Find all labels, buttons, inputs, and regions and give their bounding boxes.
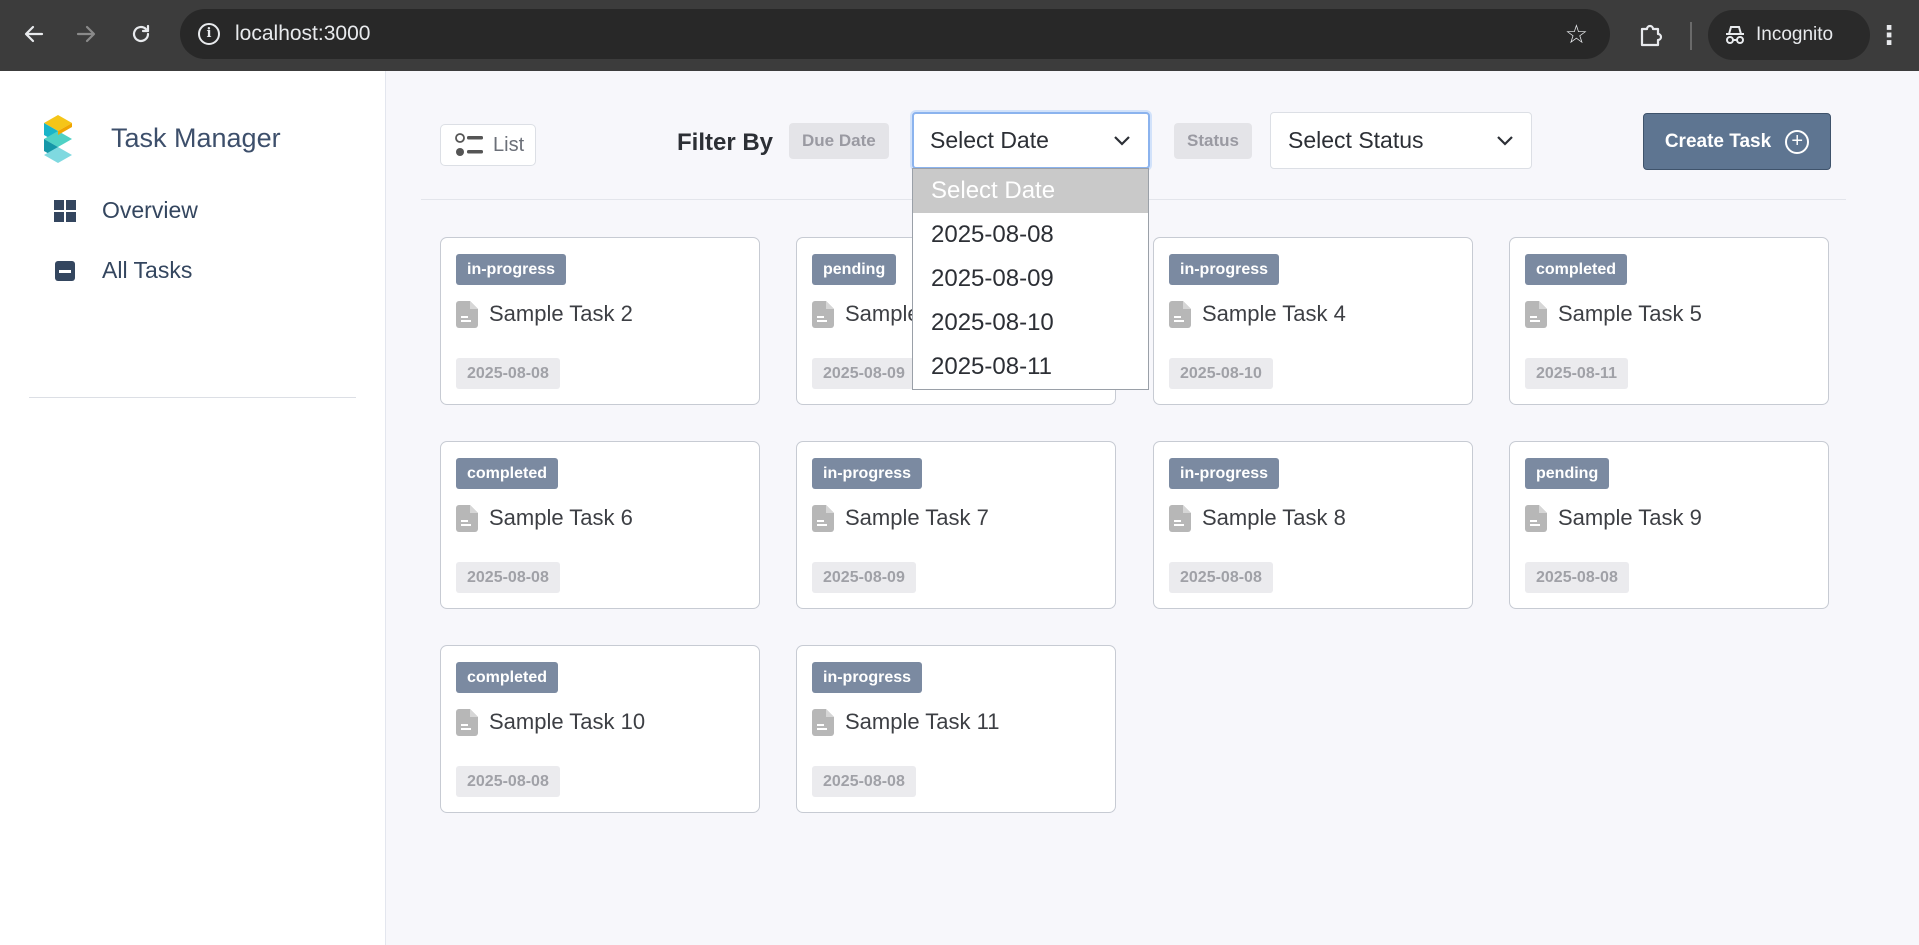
url-text: localhost:3000 xyxy=(235,22,371,45)
incognito-icon xyxy=(1726,26,1744,44)
status-badge: completed xyxy=(456,662,559,693)
incognito-profile-button[interactable]: Incognito xyxy=(1708,10,1870,60)
grid-icon xyxy=(52,198,78,224)
status-badge: in-progress xyxy=(812,458,923,489)
due-date-badge: 2025-08-09 xyxy=(812,358,916,389)
task-card[interactable]: pending Sample Task 9 2025-08-08 xyxy=(1509,441,1829,609)
document-icon xyxy=(456,505,478,532)
date-option[interactable]: 2025-08-10 xyxy=(913,301,1148,345)
sidebar-item-label: All Tasks xyxy=(102,257,193,283)
browser-toolbar: i localhost:3000 ☆ Incognito ⋮ xyxy=(0,0,1919,71)
minus-square-icon xyxy=(52,258,78,284)
status-badge: completed xyxy=(1525,254,1628,285)
filter-by-label: Filter By xyxy=(677,129,774,156)
back-arrow-icon[interactable] xyxy=(18,18,50,50)
sidebar-item-label: Overview xyxy=(102,197,198,223)
task-name: Sample Task 6 xyxy=(489,505,633,530)
due-date-badge: 2025-08-08 xyxy=(456,562,560,593)
app-logo xyxy=(36,113,80,169)
status-badge: pending xyxy=(1525,458,1610,489)
status-badge: in-progress xyxy=(812,662,923,693)
status-label: Status xyxy=(1174,123,1252,159)
task-card[interactable]: in-progress Sample Task 11 2025-08-08 xyxy=(796,645,1116,813)
task-name: Sample Task 4 xyxy=(1202,301,1346,326)
date-option[interactable]: 2025-08-08 xyxy=(913,213,1148,257)
status-badge: completed xyxy=(456,458,559,489)
due-date-badge: 2025-08-08 xyxy=(812,766,916,797)
due-date-badge: 2025-08-08 xyxy=(456,358,560,389)
chevron-down-icon xyxy=(1497,113,1513,168)
sidebar: Task Manager Overview All Tasks xyxy=(0,71,386,945)
due-date-label: Due Date xyxy=(789,123,889,159)
list-view-button[interactable]: List xyxy=(440,124,536,166)
task-name: Sample Task 11 xyxy=(845,709,1000,734)
sidebar-item-overview[interactable]: Overview xyxy=(52,197,198,224)
list-label: List xyxy=(493,133,525,156)
due-date-badge: 2025-08-08 xyxy=(456,766,560,797)
document-icon xyxy=(1525,301,1547,328)
more-menu-icon[interactable]: ⋮ xyxy=(1876,18,1902,54)
bookmark-star-icon[interactable]: ☆ xyxy=(1565,19,1588,50)
plus-circle-icon: + xyxy=(1785,129,1810,154)
incognito-label: Incognito xyxy=(1756,24,1834,45)
task-card[interactable]: in-progress Sample Task 8 2025-08-08 xyxy=(1153,441,1473,609)
site-info-icon[interactable]: i xyxy=(198,23,220,45)
task-card[interactable]: completed Sample Task 6 2025-08-08 xyxy=(440,441,760,609)
document-icon xyxy=(1169,301,1191,328)
status-select[interactable]: Select Status xyxy=(1270,112,1532,169)
task-name: Sample Task 2 xyxy=(489,301,633,326)
task-card[interactable]: in-progress Sample Task 2 2025-08-08 xyxy=(440,237,760,405)
date-dropdown-list: Select Date 2025-08-08 2025-08-09 2025-0… xyxy=(912,168,1149,390)
address-bar[interactable]: i localhost:3000 ☆ xyxy=(180,9,1610,59)
task-name: Sample Task 8 xyxy=(1202,505,1346,530)
create-task-label: Create Task xyxy=(1664,130,1772,152)
sidebar-divider xyxy=(29,397,356,398)
status-badge: in-progress xyxy=(1169,254,1280,285)
date-select-value: Select Date xyxy=(930,127,1049,153)
chevron-down-icon xyxy=(1114,114,1130,167)
date-select[interactable]: Select Date xyxy=(912,112,1150,169)
status-badge: in-progress xyxy=(1169,458,1280,489)
task-card[interactable]: in-progress Sample Task 7 2025-08-09 xyxy=(796,441,1116,609)
date-option-placeholder[interactable]: Select Date xyxy=(913,169,1148,213)
due-date-badge: 2025-08-08 xyxy=(1525,562,1629,593)
task-name: Sample Task 9 xyxy=(1558,505,1702,530)
due-date-badge: 2025-08-11 xyxy=(1525,358,1628,389)
date-option[interactable]: 2025-08-11 xyxy=(913,345,1148,389)
sidebar-item-all-tasks[interactable]: All Tasks xyxy=(52,257,192,284)
due-date-badge: 2025-08-09 xyxy=(812,562,916,593)
document-icon xyxy=(812,505,834,532)
document-icon xyxy=(456,709,478,736)
document-icon xyxy=(1169,505,1191,532)
status-badge: pending xyxy=(812,254,897,285)
due-date-badge: 2025-08-10 xyxy=(1169,358,1273,389)
document-icon xyxy=(1525,505,1547,532)
list-icon xyxy=(455,133,483,156)
date-option[interactable]: 2025-08-09 xyxy=(913,257,1148,301)
task-name: Sample Task 10 xyxy=(489,709,646,734)
status-select-value: Select Status xyxy=(1288,127,1424,153)
task-card[interactable]: completed Sample Task 10 2025-08-08 xyxy=(440,645,760,813)
task-name: Sample Task 5 xyxy=(1558,301,1702,326)
due-date-badge: 2025-08-08 xyxy=(1169,562,1273,593)
app-title: Task Manager xyxy=(111,123,281,153)
document-icon xyxy=(812,709,834,736)
document-icon xyxy=(812,301,834,328)
toolbar-separator xyxy=(1690,22,1692,50)
task-card[interactable]: completed Sample Task 5 2025-08-11 xyxy=(1509,237,1829,405)
extensions-puzzle-icon[interactable] xyxy=(1636,20,1666,50)
task-card[interactable]: in-progress Sample Task 4 2025-08-10 xyxy=(1153,237,1473,405)
status-badge: in-progress xyxy=(456,254,567,285)
create-task-button[interactable]: Create Task + xyxy=(1643,113,1831,170)
document-icon xyxy=(456,301,478,328)
main-content: List Filter By Due Date Select Date Stat… xyxy=(386,71,1919,945)
reload-icon[interactable] xyxy=(125,18,157,50)
forward-arrow-icon[interactable] xyxy=(70,18,102,50)
task-name: Sample Task 7 xyxy=(845,505,989,530)
